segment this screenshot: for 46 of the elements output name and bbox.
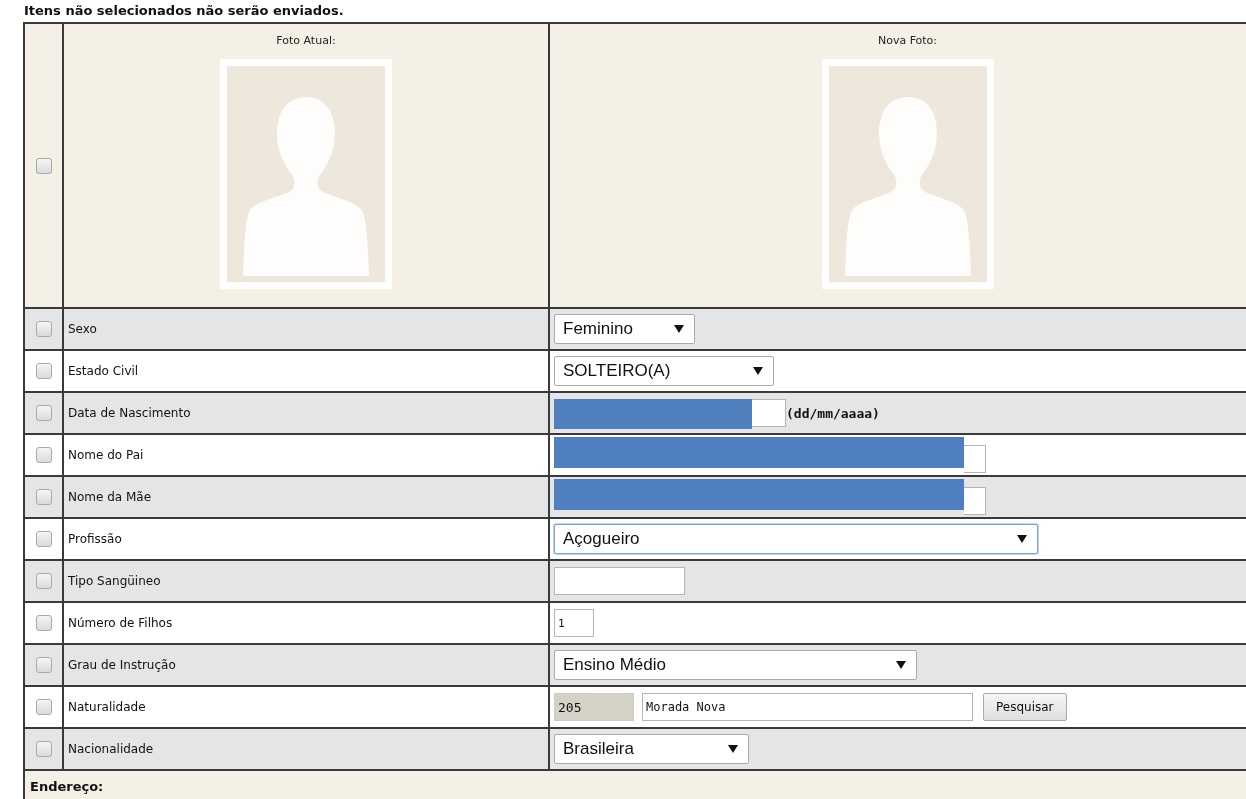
- checkbox[interactable]: [35, 741, 52, 757]
- date-format-hint: (dd/mm/aaaa): [786, 405, 880, 421]
- field-label: Nome da Mãe: [68, 490, 152, 504]
- checkbox[interactable]: [35, 489, 52, 505]
- dropdown[interactable]: Feminino: [554, 314, 695, 344]
- section-heading: Endereço:: [30, 778, 104, 794]
- search-button[interactable]: Pesquisar: [983, 693, 1067, 721]
- field-label: Número de Filhos: [68, 616, 173, 630]
- checkbox[interactable]: [35, 447, 52, 463]
- dropdown[interactable]: Ensino Médio: [554, 650, 917, 680]
- checkbox[interactable]: [35, 531, 52, 547]
- field-label: Tipo Sangüineo: [68, 574, 161, 588]
- checkbox[interactable]: [35, 615, 52, 631]
- field-label: Grau de Instrução: [68, 658, 176, 672]
- checkbox[interactable]: [35, 573, 52, 589]
- field-label: Estado Civil: [68, 364, 139, 378]
- field-label: Profissão: [68, 532, 122, 546]
- field-label: Nome do Pai: [68, 448, 144, 462]
- photo-label: Nova Foto:: [877, 34, 938, 47]
- caret-icon: [728, 745, 738, 753]
- dropdown[interactable]: SOLTEIRO(A): [554, 356, 774, 386]
- input-field[interactable]: [554, 567, 685, 595]
- checkbox[interactable]: [35, 157, 52, 174]
- input-field[interactable]: [964, 487, 986, 515]
- caret-icon: [896, 661, 906, 669]
- field-label: Nacionalidade: [68, 742, 154, 756]
- checkbox[interactable]: [35, 321, 52, 337]
- checkbox[interactable]: [35, 405, 52, 421]
- input-field[interactable]: 1: [554, 609, 594, 637]
- field-label: Sexo: [68, 322, 97, 336]
- field-label: Naturalidade: [68, 700, 146, 714]
- field-label: Data de Nascimento: [68, 406, 191, 420]
- city-field[interactable]: Morada Nova: [642, 693, 973, 721]
- checkbox[interactable]: [35, 699, 52, 715]
- input-field[interactable]: [964, 445, 986, 473]
- dropdown[interactable]: Açogueiro: [554, 524, 1038, 554]
- photo-label: Foto Atual:: [276, 34, 336, 47]
- caret-icon: [753, 367, 763, 375]
- notice-text: Itens não selecionados não serão enviados.: [23, 2, 345, 20]
- checkbox[interactable]: [35, 363, 52, 379]
- code-field[interactable]: 205: [554, 693, 634, 721]
- caret-icon: [1017, 535, 1027, 543]
- dropdown[interactable]: Brasileira: [554, 734, 749, 764]
- checkbox[interactable]: [35, 657, 52, 673]
- date-field[interactable]: [752, 399, 786, 427]
- caret-icon: [674, 325, 684, 333]
